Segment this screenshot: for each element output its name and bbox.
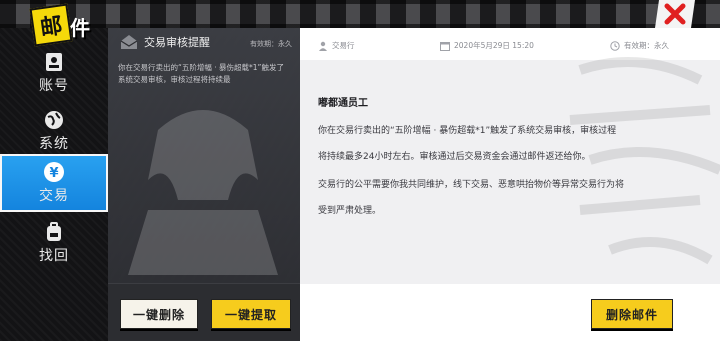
sender-info: 交易行 [318,40,355,51]
mail-logo: 邮 件 [29,3,112,47]
sidebar-item-system[interactable]: 系统 [0,102,108,160]
calligraphy-background [569,57,720,265]
delete-all-button[interactable]: 一键删除 [120,299,198,329]
calendar-icon [440,41,450,51]
mail-date: 2020年5月29日 15:20 [454,41,534,50]
sidebar-item-label: 系统 [39,136,69,152]
open-envelope-icon [120,35,138,49]
mail-screen: 邮 件 账号 系统 ¥ 交易 找回 交易审核提醒 有效期：永久 你在交易行卖出的… [0,0,720,341]
mail-paragraph: 你在交易行卖出的“五阶增幅 · 暴伤超载*1”触发了系统交易审核，审核过程 [318,126,617,136]
globe-icon [45,111,63,129]
date-info: 2020年5月29日 15:20 [440,40,534,51]
mail-body: 嘟都通员工 你在交易行卖出的“五阶增幅 · 暴伤超载*1”触发了系统交易审核，审… [300,57,720,284]
yen-coin-icon: ¥ [44,162,64,182]
person-icon [319,41,327,51]
logo-stamp: 邮 [29,3,73,47]
logo-text: 件 [70,16,91,40]
close-button[interactable] [655,0,695,28]
sidebar-item-label: 交易 [39,188,69,204]
sidebar-item-label: 找回 [39,248,69,264]
sidebar-nav: 账号 系统 ¥ 交易 找回 [0,28,108,341]
delete-mail-button[interactable]: 删除邮件 [591,299,673,329]
sidebar-item-recover[interactable]: 找回 [0,214,108,272]
mail-card-title: 交易审核提醒 [144,36,210,49]
mail-paragraph: 将持续最多24小时左右。审核通过后交易资金会通过邮件返还给你。 [318,152,591,162]
sidebar-item-account[interactable]: 账号 [0,44,108,102]
claim-all-button[interactable]: 一键提取 [211,299,291,329]
mail-card-preview: 你在交易行卖出的“五阶增幅 · 暴伤超载*1”触发了系统交易审核，审核过程将持续… [118,63,284,84]
backpack-icon [47,222,61,241]
sidebar-item-label: 账号 [39,78,69,94]
mail-paragraph: 交易行的公平需要你我共同维护，线下交易、恶意哄抬物价等异常交易行为将 [318,180,625,190]
mail-greeting: 嘟都通员工 [318,98,368,109]
svg-text:¥: ¥ [49,166,58,181]
mail-detail-panel: 交易行 2020年5月29日 15:20 有效期：永久 嘟都通员工 你在交易行卖… [300,28,720,341]
character-illustration [128,110,278,275]
sender-name: 交易行 [332,41,355,50]
mail-card[interactable]: 交易审核提醒 有效期：永久 你在交易行卖出的“五阶增幅 · 暴伤超载*1”触发了… [108,28,300,284]
mail-card-validity: 有效期：永久 [250,40,292,48]
sidebar-item-trade[interactable]: ¥ 交易 [0,154,108,212]
mail-detail-footer: 删除邮件 [300,284,720,341]
clock-icon [610,40,620,51]
close-icon [664,3,686,25]
id-card-icon [46,53,62,71]
mail-list-panel: 交易审核提醒 有效期：永久 你在交易行卖出的“五阶增幅 · 暴伤超载*1”触发了… [108,28,300,341]
mail-paragraph: 受到严肃处理。 [318,206,382,216]
mail-card-header: 交易审核提醒 有效期：永久 [108,28,300,56]
